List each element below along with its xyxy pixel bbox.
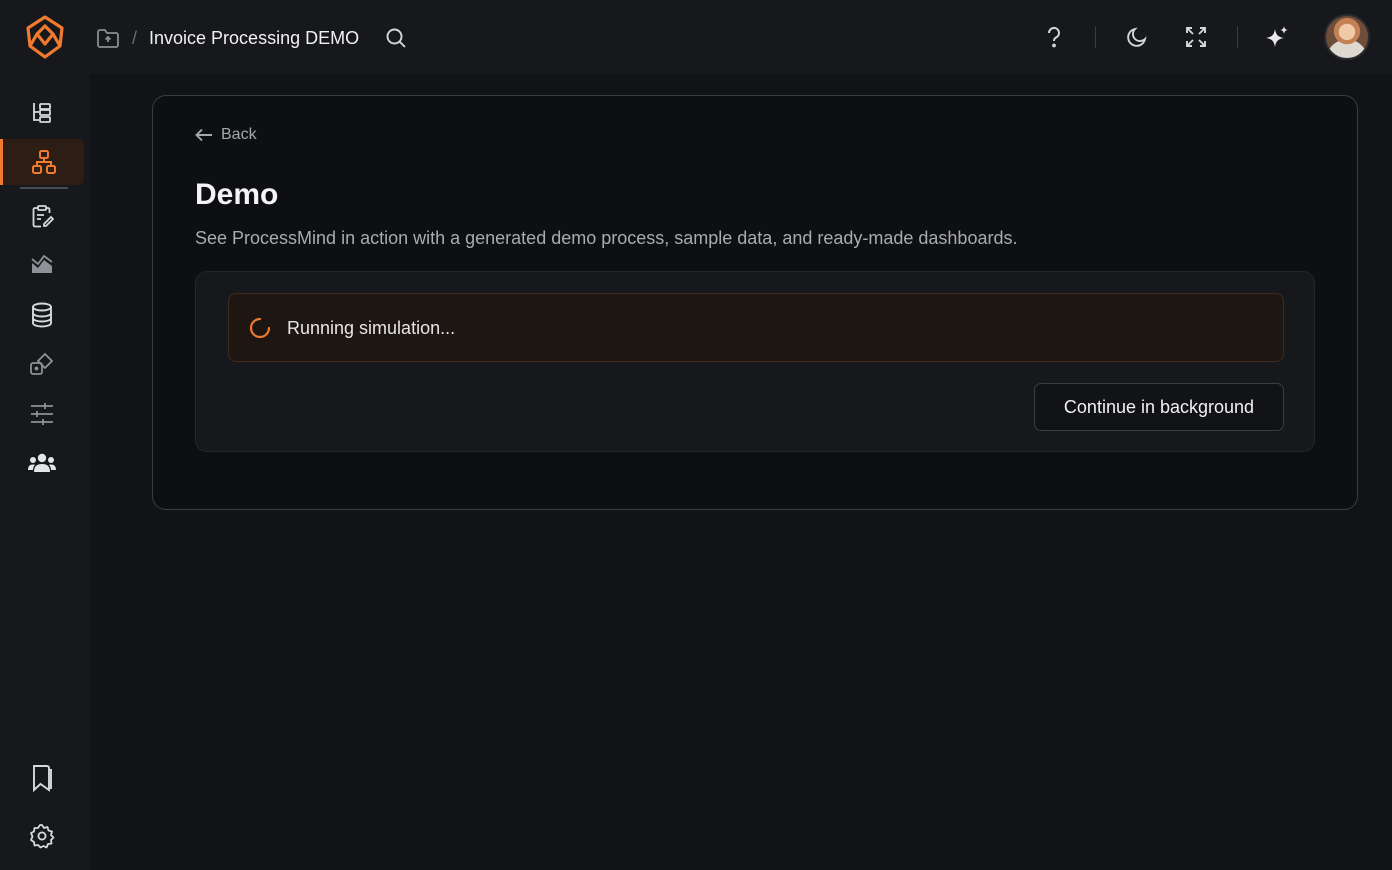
shapes-icon — [29, 351, 55, 377]
header-divider — [1237, 26, 1238, 48]
users-icon — [28, 451, 56, 475]
settings-icon — [29, 823, 55, 849]
sidebar-item-analytics[interactable] — [0, 242, 84, 288]
sidebar-item-process-explorer[interactable] — [0, 89, 84, 135]
sidebar-item-settings[interactable] — [0, 813, 84, 859]
simulation-panel: Running simulation... Continue in backgr… — [195, 271, 1315, 452]
sidebar-item-filters[interactable] — [0, 391, 84, 437]
back-label: Back — [221, 126, 257, 143]
hierarchy-icon — [31, 149, 57, 175]
simulation-status: Running simulation... — [228, 293, 1284, 362]
back-button[interactable]: Back — [195, 124, 257, 146]
sliders-icon — [29, 402, 55, 426]
sidebar-item-integrations[interactable] — [0, 341, 84, 387]
expand-icon[interactable] — [1180, 21, 1212, 53]
spinner-icon — [249, 317, 271, 339]
sidebar-item-data[interactable] — [0, 292, 84, 338]
sidebar-item-tasks[interactable] — [0, 193, 84, 239]
sidebar-item-process-map[interactable] — [0, 139, 84, 185]
sparkles-icon[interactable] — [1261, 21, 1293, 53]
status-text: Running simulation... — [287, 318, 456, 338]
arrow-left-icon — [195, 128, 213, 142]
folder-icon[interactable] — [96, 27, 120, 49]
continue-in-background-button[interactable]: Continue in background — [1034, 383, 1284, 431]
help-icon[interactable] — [1038, 21, 1070, 53]
top-bar: / Invoice Processing DEMO — [0, 0, 1392, 74]
search-icon[interactable] — [385, 27, 407, 49]
database-icon — [30, 302, 54, 328]
sidebar — [0, 74, 90, 870]
app-logo-icon[interactable] — [24, 14, 66, 60]
process-tree-icon — [30, 100, 54, 124]
demo-card: Back Demo See ProcessMind in action with… — [152, 95, 1358, 510]
clipboard-edit-icon — [30, 204, 54, 228]
sidebar-item-users[interactable] — [0, 440, 84, 486]
project-title[interactable]: Invoice Processing DEMO — [149, 28, 359, 49]
active-indicator — [20, 187, 68, 189]
sidebar-item-docs[interactable] — [0, 755, 84, 801]
breadcrumb-separator: / — [132, 27, 138, 48]
bookmark-icon — [30, 764, 54, 792]
breadcrumb: / Invoice Processing DEMO — [96, 24, 407, 52]
page-title: Demo — [195, 178, 279, 211]
header-divider — [1095, 26, 1096, 48]
page-description: See ProcessMind in action with a generat… — [195, 228, 1018, 248]
chart-area-icon — [30, 253, 54, 277]
user-avatar[interactable] — [1324, 14, 1370, 60]
moon-icon[interactable] — [1121, 21, 1153, 53]
